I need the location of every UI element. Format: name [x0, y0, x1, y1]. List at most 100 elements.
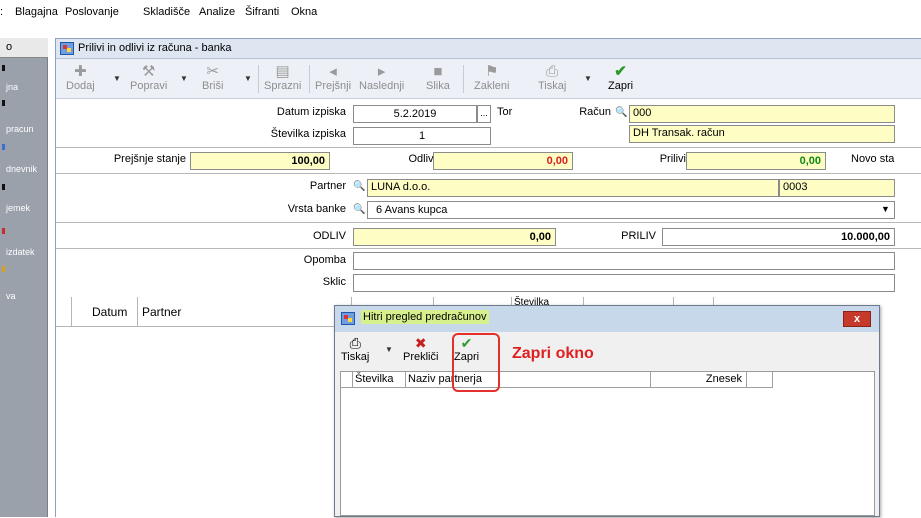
date-label: Datum izpiska: [276, 106, 346, 118]
dialog-column-blank[interactable]: [747, 372, 773, 388]
hammer-icon: ⚒: [141, 63, 156, 80]
dialog-column-number[interactable]: Številka: [353, 372, 406, 388]
statement-number-input[interactable]: 1: [353, 127, 491, 145]
reference-input[interactable]: [353, 274, 895, 292]
window-title-bar: Prilivi in odlivi iz računa - banka: [56, 39, 921, 59]
print-dropdown-arrow[interactable]: ▼: [584, 74, 592, 83]
menu-bar: : Blagajna Poslovanje Skladišče Analize …: [0, 0, 921, 26]
menu-poslovanje[interactable]: Poslovanje: [65, 6, 119, 18]
date-picker-button[interactable]: ...: [477, 105, 491, 123]
search-icon[interactable]: 🔍: [353, 182, 365, 192]
delete-button[interactable]: ✂ Briši: [202, 63, 223, 92]
sidebar-marker: [2, 228, 5, 234]
add-button-label: Dodaj: [66, 80, 95, 92]
outflows-field: 0,00: [433, 152, 573, 170]
partner-code-field[interactable]: 0003: [779, 179, 895, 197]
dialog-cancel-button[interactable]: ✖ Prekliči: [403, 335, 438, 363]
sidebar-item-va[interactable]: va: [6, 291, 16, 301]
divider: [56, 222, 921, 223]
account-code-input[interactable]: 000: [629, 105, 895, 123]
arrow-right-icon: ▸: [377, 63, 386, 80]
menu-skladisce[interactable]: Skladišče: [143, 6, 190, 18]
outflow-input[interactable]: 0,00: [353, 228, 556, 246]
image-icon: ■: [433, 63, 443, 80]
dialog-close-button[interactable]: x: [843, 311, 871, 327]
app-icon: [60, 42, 74, 55]
dialog-title: Hitri pregled predračunov: [361, 310, 489, 324]
image-button[interactable]: ■ Slika: [426, 63, 450, 92]
menu-sifranti[interactable]: Šifranti: [245, 6, 279, 18]
sidebar-item-obracun[interactable]: pracun: [6, 124, 34, 134]
add-button[interactable]: ✚ Dodaj: [66, 63, 95, 92]
account-name-field: DH Transak. račun: [629, 125, 895, 143]
chevron-down-icon[interactable]: ▼: [881, 204, 890, 214]
weekday-text: Tor: [497, 106, 513, 118]
bank-type-select[interactable]: 6 Avans kupca: [367, 201, 895, 219]
divider: [56, 147, 921, 148]
previous-button[interactable]: ◂ Prejšnji: [315, 63, 351, 92]
divider: [56, 173, 921, 174]
inflows-label: Prilivi: [659, 153, 686, 165]
inflows-field: 0,00: [686, 152, 826, 170]
dialog-print-button[interactable]: ⎙ Tiskaj: [341, 335, 369, 363]
toolbar-separator: [463, 65, 464, 93]
dialog-cancel-label: Prekliči: [403, 351, 439, 363]
print-button-label: Tiskaj: [538, 80, 567, 92]
close-button[interactable]: ✔ Zapri: [608, 63, 633, 92]
partner-label: Partner: [309, 180, 346, 192]
window-title: Prilivi in odlivi iz računa - banka: [78, 42, 232, 54]
checkmark-icon: ✔: [614, 63, 627, 80]
sidebar-item-izdatek[interactable]: izdatek: [6, 247, 35, 257]
grid-column-partner[interactable]: Partner: [138, 297, 352, 327]
previous-balance-label: Prejšnje stanje: [113, 153, 186, 165]
sidebar-item-prejemek[interactable]: jemek: [6, 203, 30, 213]
sidebar-marker: [2, 266, 5, 272]
dialog-column-partner-name[interactable]: Naziv partnerja: [406, 372, 651, 388]
printer-icon: ⎙: [546, 63, 559, 80]
print-button[interactable]: ⎙ Tiskaj: [538, 63, 566, 92]
app-icon: [341, 312, 355, 325]
dialog-print-dropdown-arrow[interactable]: ▼: [385, 345, 393, 354]
outflow-label: ODLIV: [312, 230, 346, 242]
search-icon[interactable]: 🔍: [615, 108, 627, 118]
toolbar-separator: [309, 65, 310, 93]
note-input[interactable]: [353, 252, 895, 270]
add-dropdown-arrow[interactable]: ▼: [113, 74, 121, 83]
edit-button-label: Popravi: [130, 80, 168, 92]
search-icon[interactable]: 🔍: [353, 205, 365, 215]
previous-button-label: Prejšnji: [315, 80, 352, 92]
grid-column-date[interactable]: Datum: [72, 297, 138, 327]
document-icon: ▤: [275, 63, 290, 80]
date-input[interactable]: 5.2.2019: [353, 105, 477, 123]
sidebar: o jna pracun dnevnik jemek izdatek va: [0, 38, 48, 517]
dialog-print-label: Tiskaj: [341, 351, 370, 363]
menu-analize[interactable]: Analize: [199, 6, 235, 18]
sidebar-header[interactable]: o: [0, 38, 48, 58]
printer-icon: ⎙: [349, 335, 361, 351]
delete-dropdown-arrow[interactable]: ▼: [244, 74, 252, 83]
partner-input[interactable]: LUNA d.o.o.: [367, 179, 779, 197]
toolbar: ✚ Dodaj ▼ ⚒ Popravi ▼ ✂ Briši ▼ ▤ Sprazni ◂ P…: [56, 59, 921, 99]
sidebar-marker: [2, 144, 5, 150]
inflow-label: PRILIV: [621, 230, 656, 242]
edit-button[interactable]: ⚒ Popravi: [130, 63, 167, 92]
new-balance-label: Novo sta: [851, 153, 895, 165]
highlight-box: [452, 333, 500, 392]
next-button[interactable]: ▸ Naslednji: [359, 63, 404, 92]
edit-dropdown-arrow[interactable]: ▼: [180, 74, 188, 83]
clear-button[interactable]: ▤ Sprazni: [264, 63, 301, 92]
sidebar-item-blagajna[interactable]: jna: [6, 82, 18, 92]
sidebar-marker: [2, 100, 5, 106]
lock-button-label: Zakleni: [474, 80, 510, 92]
dialog-table-row-header: [341, 372, 353, 388]
menu-okna[interactable]: Okna: [291, 6, 317, 18]
sidebar-marker: [2, 184, 5, 190]
next-button-label: Naslednji: [359, 80, 405, 92]
menu-blagajna[interactable]: Blagajna: [15, 6, 58, 18]
dialog-column-amount[interactable]: Znesek: [651, 372, 747, 388]
lock-button[interactable]: ⚑ Zakleni: [474, 63, 509, 92]
image-button-label: Slika: [426, 80, 450, 92]
inflow-input[interactable]: 10.000,00: [662, 228, 895, 246]
sidebar-item-dnevnik[interactable]: dnevnik: [6, 164, 37, 174]
dialog-title-bar: Hitri pregled predračunov x: [335, 306, 879, 332]
